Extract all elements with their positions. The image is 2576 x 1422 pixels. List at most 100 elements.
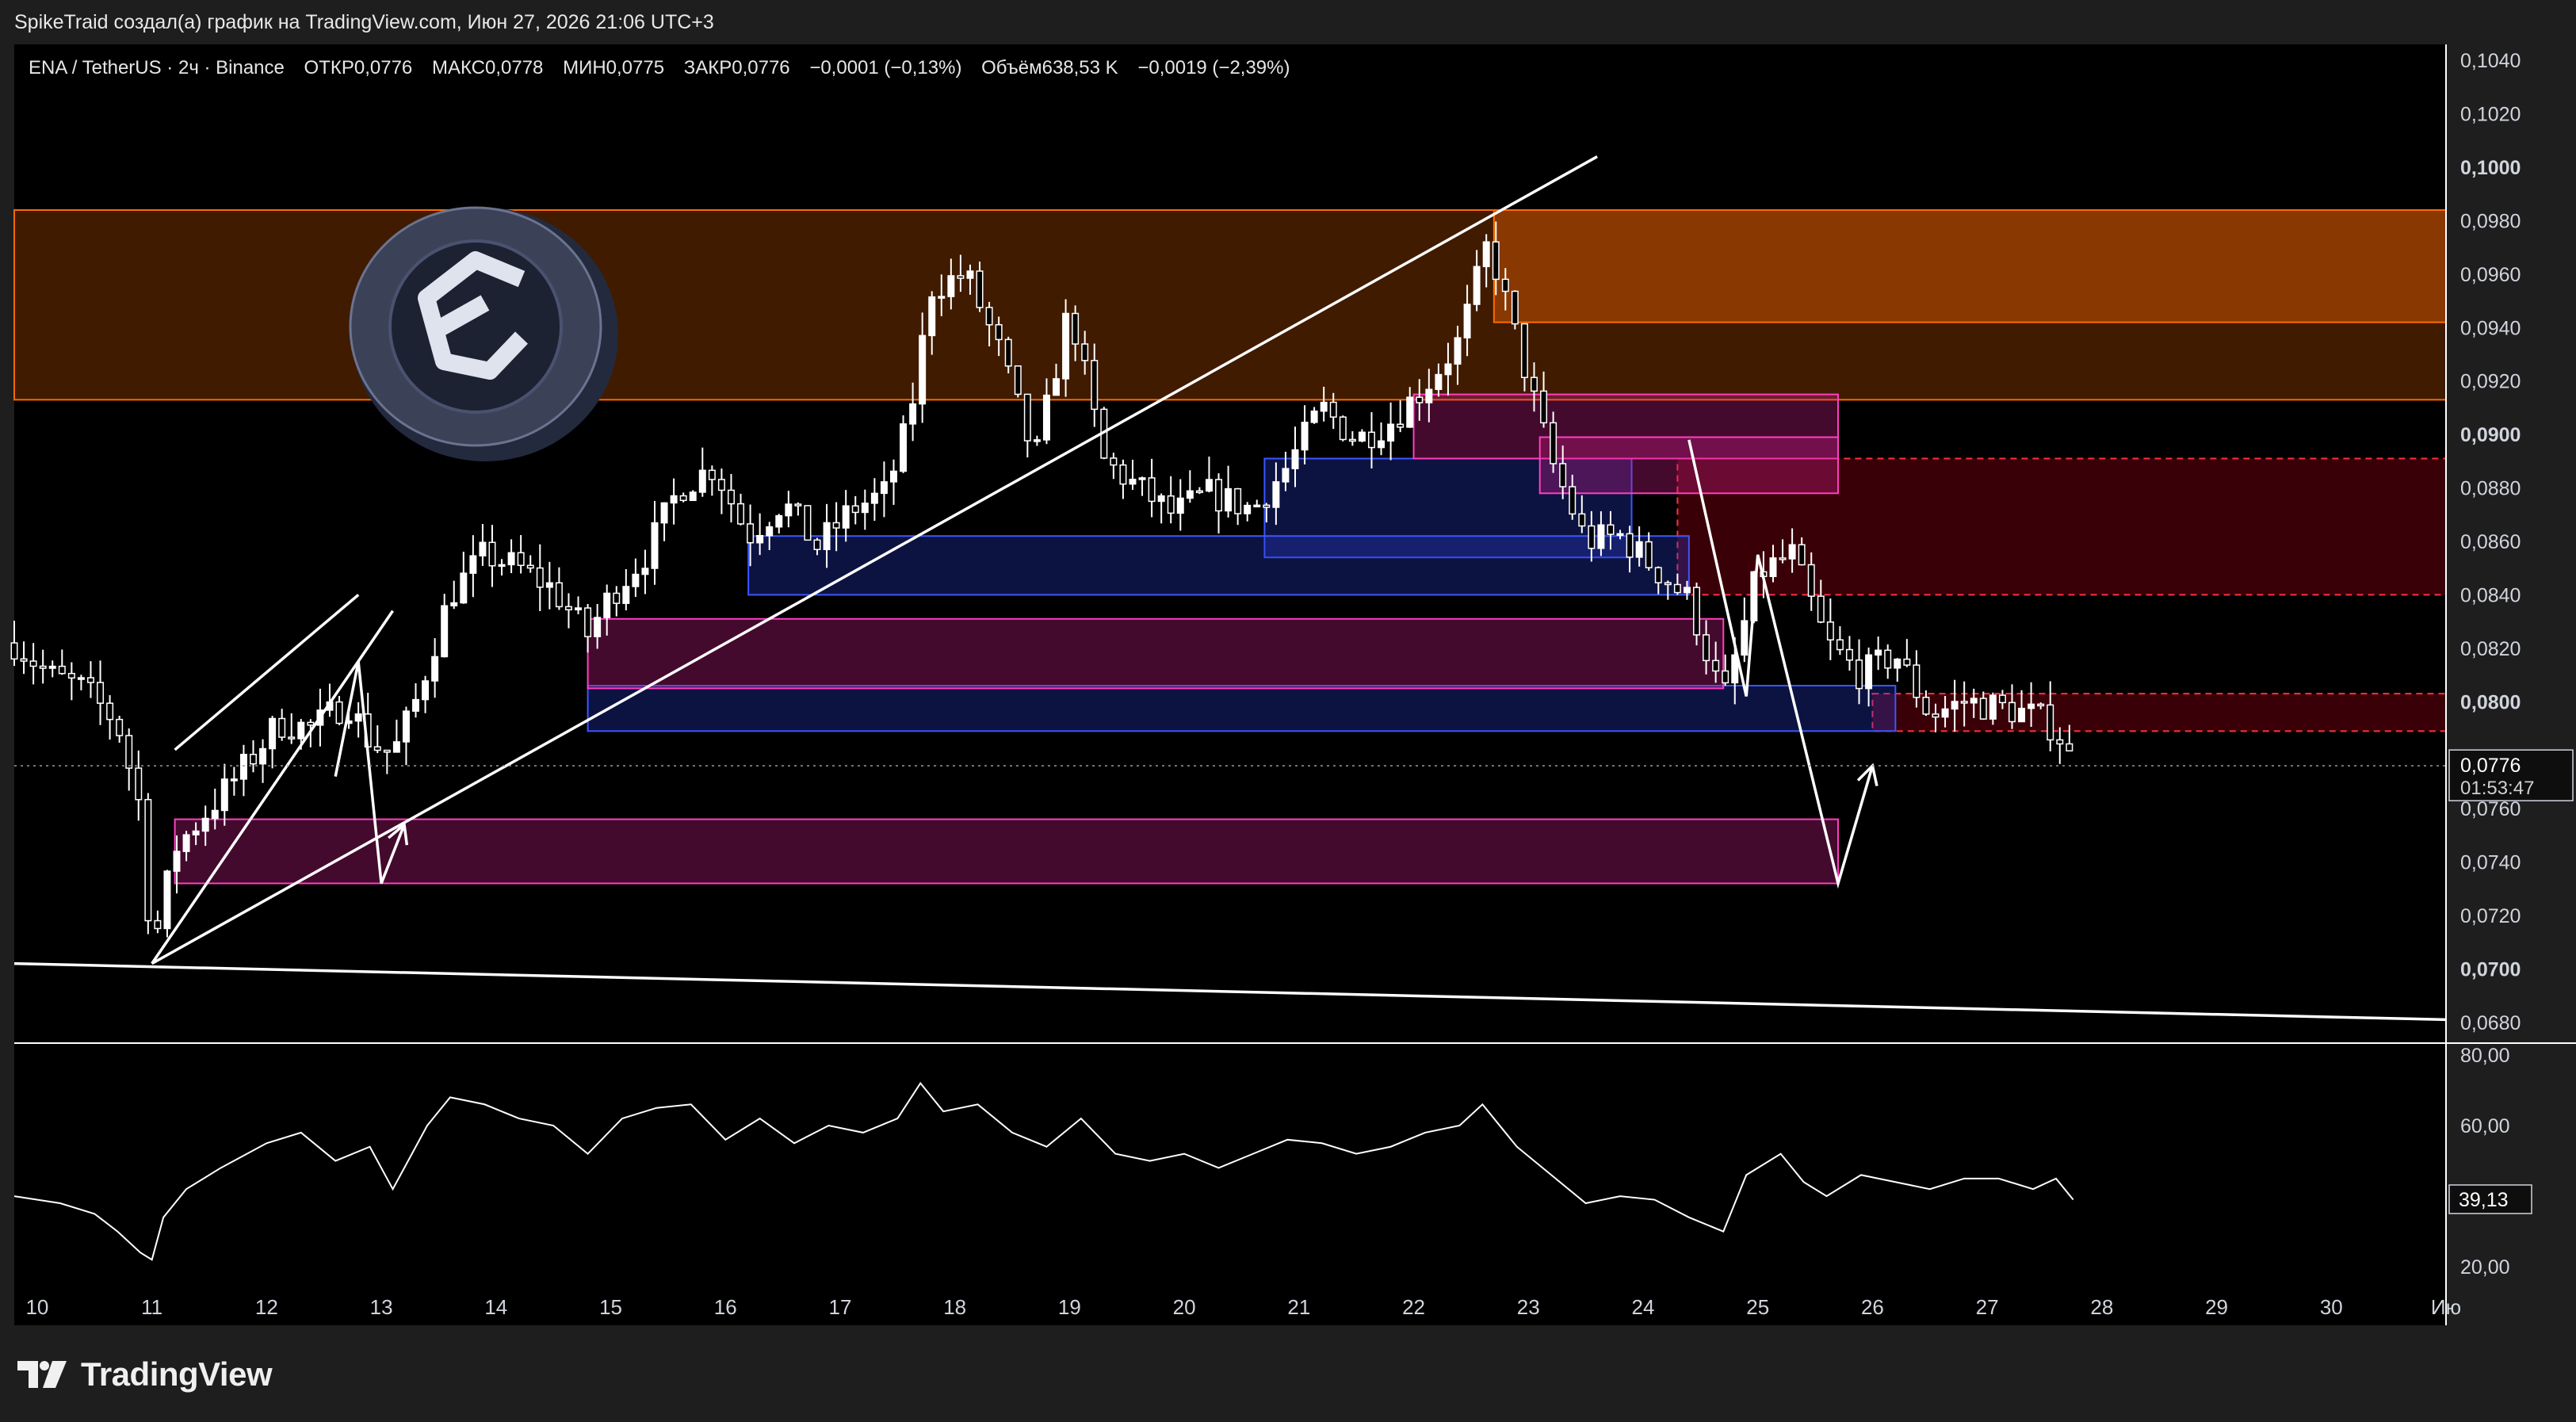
oscillator-line[interactable] (13, 1081, 2074, 1261)
candle-up[interactable] (201, 817, 209, 832)
candle-down[interactable] (1348, 438, 1356, 442)
candle-down[interactable] (1607, 524, 1615, 535)
candle-down[interactable] (717, 479, 725, 491)
candle-up[interactable] (211, 809, 219, 820)
candle-up[interactable] (594, 617, 602, 637)
candle-up[interactable] (1157, 495, 1165, 503)
candle-up[interactable] (641, 568, 649, 575)
candle-up[interactable] (297, 721, 305, 740)
zone-demand-5[interactable] (747, 535, 1690, 596)
candle-down[interactable] (1014, 365, 1022, 396)
candle-down[interactable] (488, 541, 496, 567)
candle-up[interactable] (1378, 440, 1385, 449)
candle-down[interactable] (67, 672, 75, 679)
candle-down[interactable] (1664, 582, 1672, 586)
tradingview-logo[interactable]: TradingView (17, 1355, 273, 1393)
candle-up[interactable] (900, 423, 908, 472)
trendline-2[interactable] (174, 594, 360, 751)
candle-up[interactable] (1454, 337, 1462, 365)
candle-down[interactable] (1234, 487, 1242, 514)
candle-up[interactable] (909, 403, 917, 425)
candle-down[interactable] (1195, 490, 1203, 494)
candle-down[interactable] (2066, 743, 2073, 752)
candle-down[interactable] (1654, 567, 1662, 583)
candle-up[interactable] (392, 741, 400, 753)
candle-down[interactable] (373, 746, 381, 751)
candle-down[interactable] (1645, 541, 1653, 568)
candle-down[interactable] (116, 718, 124, 736)
candle-down[interactable] (1798, 544, 1806, 566)
candle-down[interactable] (1673, 583, 1681, 594)
candle-up[interactable] (1875, 649, 1882, 656)
candle-up[interactable] (1225, 487, 1233, 512)
candle-down[interactable] (154, 919, 162, 930)
candle-down[interactable] (1722, 670, 1729, 684)
trendline-1[interactable] (13, 961, 2447, 1022)
candle-down[interactable] (794, 503, 802, 506)
candle-down[interactable] (1167, 495, 1175, 514)
time-axis[interactable]: 10 11 12 13 14 15 16 17 18 19 20 21 22 23 24 25 26 27 28 29… (25, 1295, 2461, 1319)
candle-down[interactable] (564, 606, 572, 611)
candle-down[interactable] (39, 665, 47, 669)
candle-up[interactable] (966, 270, 974, 279)
candle-down[interactable] (1263, 504, 1271, 508)
candle-up[interactable] (1320, 401, 1328, 412)
candle-down[interactable] (1979, 698, 1987, 720)
candle-down[interactable] (1998, 694, 2006, 704)
candle-up[interactable] (1597, 524, 1605, 549)
candle-up[interactable] (842, 505, 850, 529)
candle-down[interactable] (1836, 639, 1844, 651)
candle-up[interactable] (230, 778, 238, 782)
zone-demand-6[interactable] (587, 685, 1897, 732)
candle-down[interactable] (1578, 513, 1586, 527)
candle-up[interactable] (861, 503, 869, 514)
candle-up[interactable] (469, 555, 477, 574)
candle-down[interactable] (2056, 739, 2064, 745)
candle-down[interactable] (1081, 343, 1089, 361)
candle-up[interactable] (1444, 363, 1452, 376)
candle-up[interactable] (412, 698, 419, 712)
candle-up[interactable] (1970, 698, 1978, 704)
candle-down[interactable] (1779, 557, 1787, 560)
candle-down[interactable] (144, 799, 152, 922)
candle-up[interactable] (670, 495, 678, 504)
candle-down[interactable] (1703, 634, 1710, 662)
candle-up[interactable] (269, 717, 277, 750)
candle-up[interactable] (1282, 468, 1290, 483)
candle-up[interactable] (402, 710, 410, 743)
candle-up[interactable] (2018, 707, 2026, 723)
candle-down[interactable] (1817, 595, 1825, 623)
candle-up[interactable] (1053, 378, 1061, 396)
candle-down[interactable] (86, 677, 94, 683)
candle-down[interactable] (1397, 423, 1405, 428)
candle-down[interactable] (1826, 621, 1834, 640)
candle-up[interactable] (1406, 396, 1414, 428)
candle-up[interactable] (756, 534, 764, 544)
candle-up[interactable] (603, 592, 611, 618)
candle-down[interactable] (1884, 649, 1892, 669)
candle-down[interactable] (1215, 479, 1223, 512)
candle-up[interactable] (1176, 497, 1184, 514)
candle-up[interactable] (919, 334, 927, 405)
candle-up[interactable] (1272, 481, 1280, 508)
candle-down[interactable] (2008, 701, 2016, 723)
candle-up[interactable] (1358, 431, 1366, 442)
candle-up[interactable] (2028, 703, 2035, 709)
candle-down[interactable] (125, 735, 133, 769)
candle-down[interactable] (1960, 701, 1968, 704)
candle-up[interactable] (77, 677, 85, 680)
candle-up[interactable] (1310, 410, 1318, 423)
candle-down[interactable] (1693, 587, 1701, 636)
candle-down[interactable] (250, 754, 257, 765)
candle-down[interactable] (1416, 396, 1424, 403)
candle-down[interactable] (29, 660, 37, 667)
candle-down[interactable] (1856, 659, 1863, 690)
candle-up[interactable] (823, 522, 831, 550)
candle-down[interactable] (985, 307, 993, 326)
candle-up[interactable] (48, 665, 56, 669)
candle-down[interactable] (708, 469, 716, 480)
candle-up[interactable] (632, 573, 640, 587)
candle-up[interactable] (1244, 504, 1252, 514)
candle-down[interactable] (383, 749, 391, 753)
zone-magenta-9[interactable] (587, 617, 1725, 690)
